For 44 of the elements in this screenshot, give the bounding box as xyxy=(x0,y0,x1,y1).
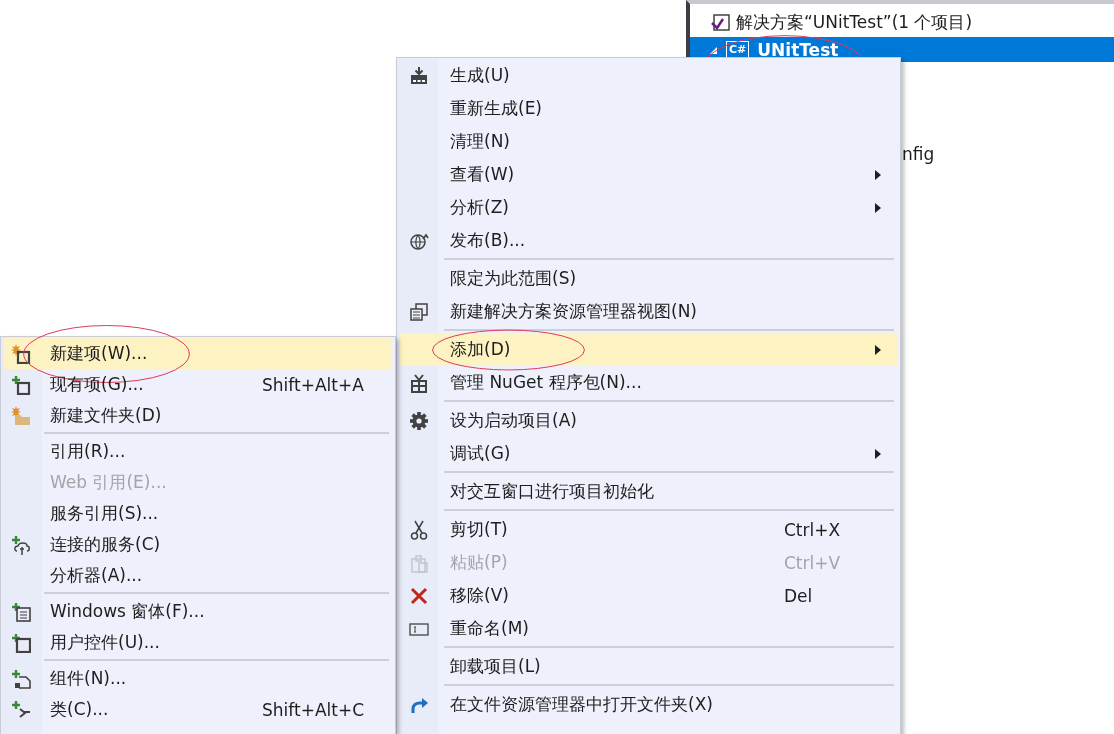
menu-item[interactable]: 重新生成(E) xyxy=(400,92,897,125)
gear-icon xyxy=(409,410,429,431)
clipboard-icon xyxy=(409,552,429,573)
menu-item[interactable]: 分析(Z) xyxy=(400,191,897,224)
menu-item[interactable]: 查看(W) xyxy=(400,158,897,191)
menu-item[interactable]: 新建项(W)... xyxy=(4,338,392,369)
package-icon xyxy=(409,372,429,393)
tree-item[interactable]: 解决方案“UNitTest”(1 个项目) xyxy=(690,10,1114,35)
menu-item[interactable]: 组件(N)... xyxy=(4,663,392,694)
menu-item[interactable]: 清理(N) xyxy=(400,125,897,158)
menu-item[interactable]: 引用(R)... xyxy=(4,436,392,467)
tree-item-label[interactable]: nfig xyxy=(902,144,935,164)
menu-item[interactable]: 生成(U) xyxy=(400,59,897,92)
menu-item[interactable]: 新建解决方案资源管理器视图(N) xyxy=(400,295,897,328)
menu-item[interactable]: 管理 NuGet 程序包(N)... xyxy=(400,366,897,399)
menu-item[interactable]: 剪切(T) Ctrl+X xyxy=(400,513,897,546)
add-component-icon xyxy=(11,668,31,689)
menu-item[interactable]: 分析器(A)... xyxy=(4,560,392,591)
build-icon xyxy=(409,65,429,86)
add-item-icon xyxy=(11,374,31,395)
menu-item[interactable]: 重命名(M) xyxy=(400,612,897,645)
delete-icon xyxy=(409,585,429,606)
menu-item[interactable]: 新建文件夹(D) xyxy=(4,400,392,431)
menu-item[interactable]: Windows 窗体(F)... xyxy=(4,596,392,627)
windows-icon xyxy=(409,301,429,322)
menu-item[interactable]: 卸载项目(L) xyxy=(400,650,897,683)
menu-item[interactable]: 类(C)... Shift+Alt+C xyxy=(4,694,392,725)
menu-item[interactable]: 设为启动项目(A) xyxy=(400,404,897,437)
menu-item[interactable]: 连接的服务(C) xyxy=(4,529,392,560)
add-control-icon xyxy=(11,632,31,653)
scissors-icon xyxy=(409,519,429,540)
menu-item[interactable]: 移除(V) Del xyxy=(400,579,897,612)
menu-item[interactable]: 对交互窗口进行项目初始化 xyxy=(400,475,897,508)
menu-item[interactable]: 用户控件(U)... xyxy=(4,627,392,658)
add-form-icon xyxy=(11,601,31,622)
menu-item[interactable]: 限定为此范围(S) xyxy=(400,262,897,295)
new-item-icon xyxy=(11,343,31,364)
menu-item[interactable]: 添加(D) xyxy=(400,333,897,366)
menu-item[interactable]: 在文件资源管理器中打开文件夹(X) xyxy=(400,688,897,721)
menu-item[interactable]: 调试(G) xyxy=(400,437,897,470)
menu-item[interactable]: 发布(B)... xyxy=(400,224,897,257)
cloud-plug-icon xyxy=(11,534,31,555)
menu-item[interactable]: 服务引用(S)... xyxy=(4,498,392,529)
new-folder-icon xyxy=(11,405,31,426)
